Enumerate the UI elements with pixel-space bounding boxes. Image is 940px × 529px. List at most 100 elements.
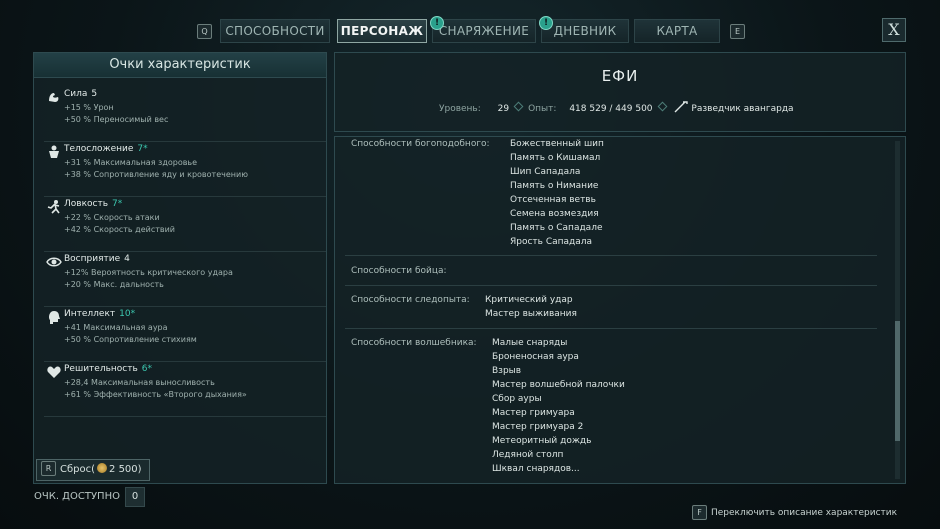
attributes-panel: Очки характеристик Сила 5 +15 % Урон +50 … [33, 52, 327, 484]
stat-name: Решительность [64, 364, 138, 374]
stat-effect: +22 % Скорость атаки [64, 213, 160, 222]
ability-item: Мастер выживания [485, 309, 577, 319]
scrollbar-thumb[interactable] [895, 321, 900, 441]
equipment-alert-icon: ! [430, 16, 444, 30]
character-class: Разведчик авангарда [691, 104, 794, 114]
stat-name: Восприятие [64, 254, 121, 264]
stat-intellect[interactable]: Интеллект 10* +41 Максимальная аура +50 %… [44, 307, 326, 362]
close-button[interactable]: X [882, 18, 906, 42]
stat-effect: +28,4 Максимальная выносливость [64, 378, 215, 387]
wizard-abilities-label: Способности волшебника: [351, 338, 477, 348]
stat-effect: +50 % Переносимый вес [64, 115, 169, 124]
ability-item: Мастер гримуара 2 [492, 422, 584, 432]
ability-item: Сбор ауры [492, 394, 542, 404]
stat-effect: +31 % Максимальная здоровье [64, 158, 198, 167]
tab-map[interactable]: КАРТА [634, 19, 720, 43]
stat-name: Интеллект [64, 309, 116, 319]
ability-item: Малые снаряды [492, 338, 568, 348]
stat-effect: +61 % Эффективность «Второго дыхания» [64, 390, 247, 399]
journal-alert-icon: ! [539, 16, 553, 30]
ability-item: Ледяной столп [492, 450, 564, 460]
prev-tab-key[interactable]: Q [197, 24, 212, 39]
stat-strength[interactable]: Сила 5 +15 % Урон +50 % Переносимый вес [44, 87, 326, 142]
exp-value: 418 529 / 449 500 [569, 104, 653, 114]
fighter-abilities-label: Способности бойца: [351, 266, 447, 276]
stat-value: 4 [124, 254, 130, 264]
stat-effect: +38 % Сопротивление яду и кровотечению [64, 170, 248, 179]
reset-key: R [41, 461, 56, 476]
ability-item: Мастер гримуара [492, 408, 575, 418]
ability-item: Взрыв [492, 366, 522, 376]
stat-dexterity[interactable]: Ловкость 7* +22 % Скорость атаки +42 % Ск… [44, 197, 326, 252]
tab-character[interactable]: ПЕРСОНАЖ [337, 19, 427, 43]
stat-value: 6* [141, 364, 153, 374]
ability-item: Память о Сападале [510, 223, 603, 233]
reset-button[interactable]: R Сброс(2 500) [36, 459, 150, 481]
tab-equipment[interactable]: СНАРЯЖЕНИЕ [432, 19, 536, 43]
exp-label: Опыт: [528, 104, 557, 114]
ability-item: Шквал снарядов... [492, 464, 580, 474]
divider [345, 328, 877, 329]
character-name: ЕФИ [601, 67, 639, 85]
divider [345, 285, 877, 286]
ability-item: Божественный шип [510, 139, 604, 149]
tab-journal[interactable]: ДНЕВНИК [541, 19, 629, 43]
level-label: Уровень: [439, 104, 481, 114]
heart-icon [47, 366, 61, 378]
ranger-abilities-label: Способности следопыта: [351, 295, 470, 305]
attributes-title: Очки характеристик [34, 53, 326, 78]
reset-cost-close: ) [137, 464, 142, 475]
ability-item: Броненосная аура [492, 352, 579, 362]
stat-value: 5 [91, 89, 98, 99]
stat-value: 10* [119, 309, 136, 319]
runner-icon [47, 200, 60, 214]
eye-icon [46, 257, 62, 267]
ability-item: Отсеченная ветвь [510, 195, 596, 205]
ability-item: Ярость Сападала [510, 237, 593, 247]
stat-effect: +15 % Урон [64, 103, 114, 112]
stat-name: Телосложение [64, 144, 134, 154]
reset-cost-open: ( [91, 464, 96, 475]
divider [345, 255, 877, 256]
ability-item: Шип Сападала [510, 167, 581, 177]
ability-item: Критический удар [485, 295, 573, 305]
stat-constitution[interactable]: Телосложение 7* +31 % Максимальная здоров… [44, 142, 326, 197]
ability-item: Семена возмездия [510, 209, 599, 219]
ability-item: Память о Кишамал [510, 153, 601, 163]
divider-icon [657, 101, 667, 112]
godlike-abilities-label: Способности богоподобного: [351, 139, 490, 149]
divider-icon [513, 101, 524, 112]
stat-effect: +20 % Макс. дальность [64, 280, 164, 289]
stat-value: 7* [137, 144, 148, 154]
ability-item: Память о Нимание [510, 181, 599, 191]
stat-effect: +42 % Скорость действий [64, 225, 175, 234]
head-icon [49, 311, 60, 324]
stat-name: Ловкость [64, 199, 109, 209]
points-available-value: 0 [125, 487, 145, 507]
level-value: 29 [497, 104, 510, 114]
toggle-label: Переключить описание характеристик [711, 508, 898, 518]
points-available-label: ОЧК. ДОСТУПНО [34, 491, 120, 502]
stat-effect: +12% Вероятность критического удара [64, 268, 233, 277]
reset-label: Сброс [60, 464, 92, 475]
next-tab-key[interactable]: E [730, 24, 745, 39]
ability-item: Метеоритный дождь [492, 436, 592, 446]
character-header: ЕФИ Уровень: 29 Опыт: 418 529 / 449 500 Р… [334, 52, 906, 132]
stat-name: Сила [64, 89, 88, 99]
abilities-list[interactable]: Способности богоподобного: Божественный … [334, 136, 906, 484]
stat-resolve[interactable]: Решительность 6* +28,4 Максимальная вынос… [44, 362, 326, 417]
character-info: Уровень: 29 Опыт: 418 529 / 449 500 Разве… [439, 101, 794, 114]
reset-cost: 2 500 [109, 464, 138, 475]
toggle-key: F [692, 505, 707, 520]
arm-icon [49, 93, 59, 102]
toggle-description-hint[interactable]: F Переключить описание характеристик [692, 500, 897, 520]
stat-effect: +50 % Сопротивление стихиям [64, 335, 197, 344]
stat-value: 7* [112, 199, 123, 209]
tab-abilities[interactable]: СПОСОБНОСТИ [220, 19, 330, 43]
coin-icon [97, 463, 108, 473]
stat-perception[interactable]: Восприятие 4 +12% Вероятность критическог… [44, 252, 326, 307]
stat-effect: +41 Максимальная аура [64, 323, 168, 332]
sword-icon [674, 101, 689, 113]
body-icon [49, 145, 59, 158]
ability-item: Мастер волшебной палочки [492, 380, 625, 390]
